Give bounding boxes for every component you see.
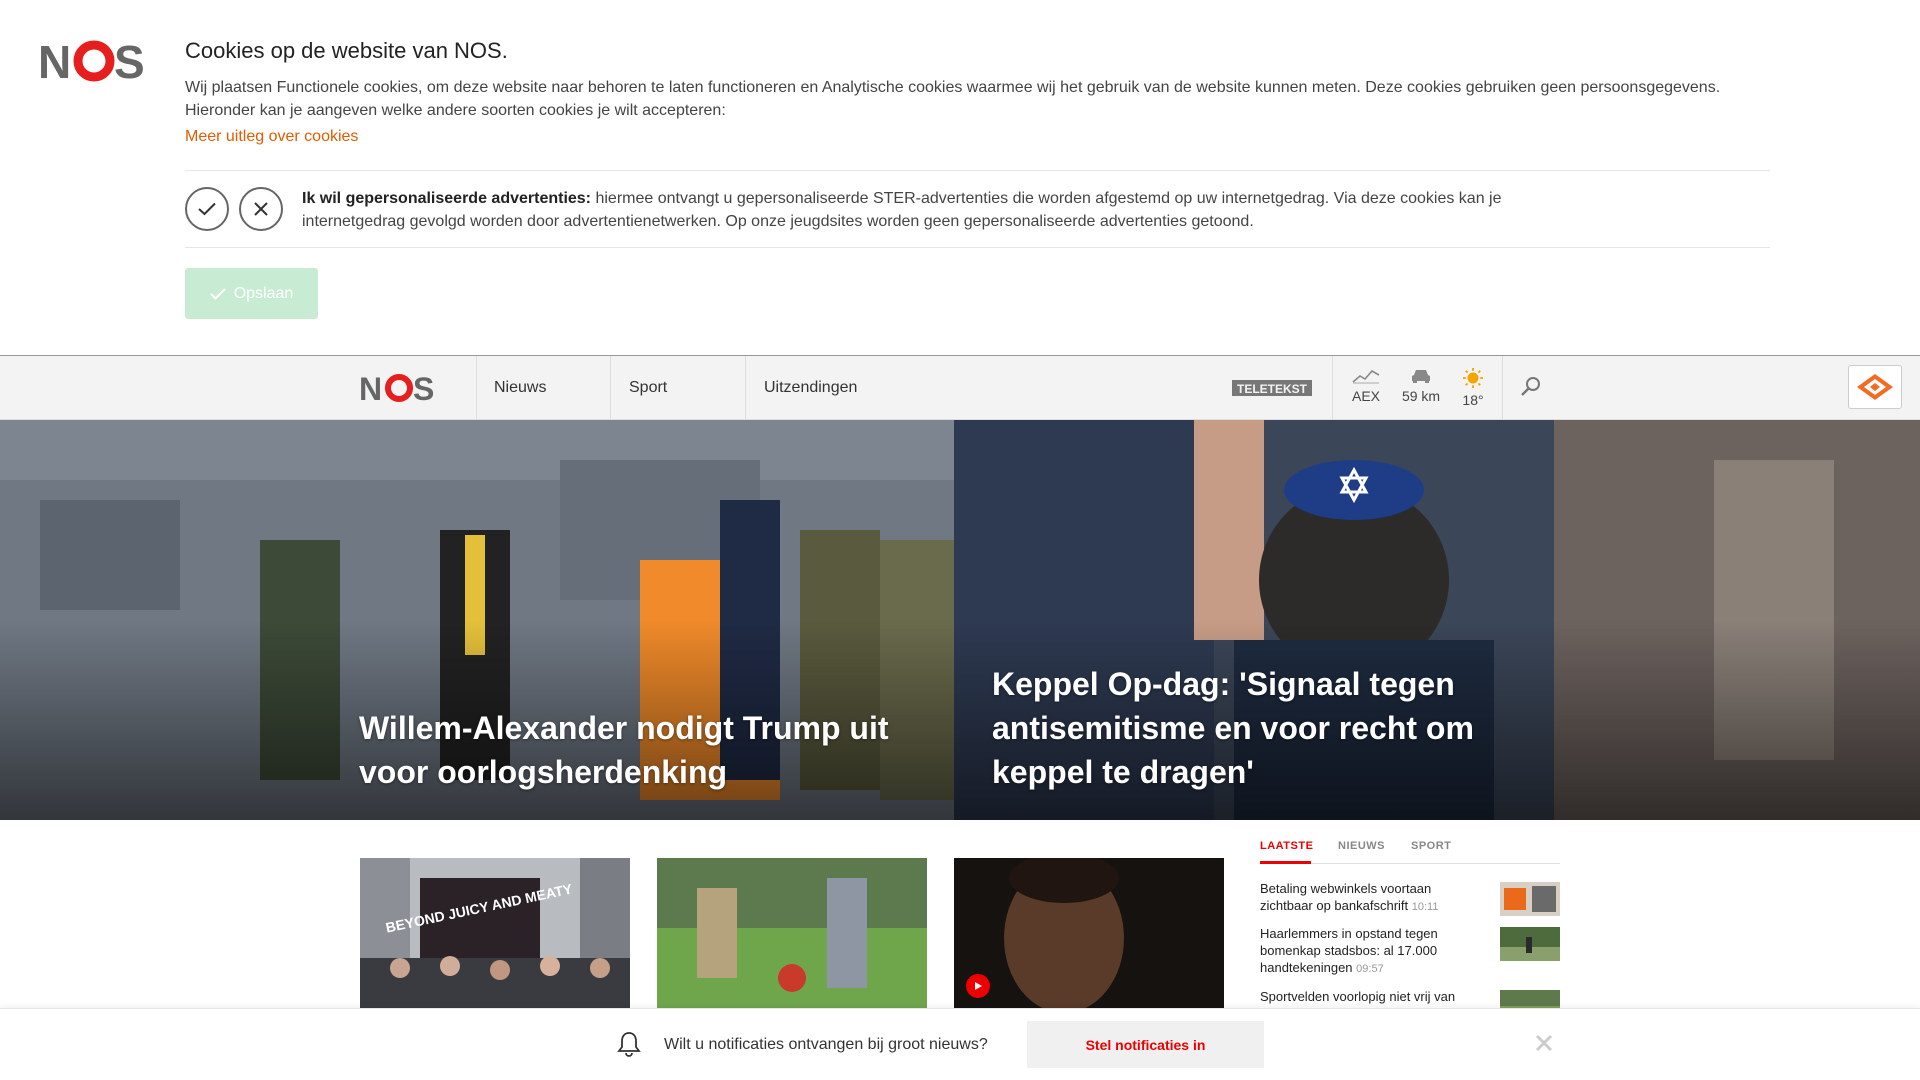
sun-icon	[1463, 368, 1483, 388]
divider	[185, 247, 1770, 248]
npo-start-icon	[1857, 374, 1893, 400]
notification-bar: Wilt u notificaties ontvangen bij groot …	[0, 1008, 1920, 1080]
news-item-time: 09:57	[1356, 963, 1384, 975]
widget-weather-label: 18°	[1462, 392, 1484, 408]
nav-item-nieuws[interactable]: Nieuws	[494, 356, 546, 420]
cookie-banner: N S Cookies op de website van NOS. Wij p…	[0, 0, 1920, 356]
car-icon	[1412, 370, 1430, 383]
nav-separator	[745, 356, 746, 420]
notification-question: Wilt u notificaties ontvangen bij groot …	[664, 1036, 988, 1053]
search-icon[interactable]	[1520, 376, 1542, 398]
nav-separator	[476, 356, 477, 420]
accept-ads-button[interactable]	[185, 187, 229, 231]
npo-start-button[interactable]	[1848, 365, 1902, 409]
nav-item-uitzendingen[interactable]: Uitzendingen	[764, 356, 857, 420]
widget-traffic-label: 59 km	[1401, 388, 1441, 404]
teletekst-label: TELETEKST	[1237, 382, 1308, 396]
play-icon[interactable]	[966, 974, 990, 998]
hero-article-left[interactable]: Willem-Alexander nodigt Trump uit voor o…	[0, 420, 954, 820]
check-icon	[209, 287, 226, 300]
news-item-image	[1500, 882, 1560, 916]
check-icon	[198, 202, 216, 216]
nav-separator	[1332, 356, 1333, 420]
save-label: Opslaan	[233, 284, 294, 302]
news-item-title: Haarlemmers in opstand tegen bomenkap st…	[1260, 926, 1438, 975]
svg-text:N: N	[38, 38, 71, 84]
close-icon[interactable]	[1534, 1033, 1554, 1053]
cookie-more-link[interactable]: Meer uitleg over cookies	[185, 128, 358, 146]
news-item-title: Betaling webwinkels voortaan zichtbaar o…	[1260, 881, 1432, 913]
widget-aex[interactable]: AEX	[1341, 368, 1391, 410]
main-nav: N S Nieuws Sport Uitzendingen TELETEKST …	[0, 356, 1920, 420]
news-item-image	[1500, 990, 1560, 1008]
article-thumb-3[interactable]	[954, 858, 1224, 1008]
news-item-image	[1500, 927, 1560, 961]
close-icon	[254, 202, 268, 216]
cookie-option-label: Ik wil gepersonaliseerde advertenties:	[302, 190, 592, 207]
latest-tabs: LAATSTE NIEUWS SPORT	[1260, 838, 1560, 864]
nav-separator	[1502, 356, 1503, 420]
cookie-description: Wij plaatsen Functionele cookies, om dez…	[185, 79, 1721, 119]
nos-logo: N S	[38, 38, 145, 84]
nav-separator	[610, 356, 611, 420]
thumb-image-3	[954, 858, 1224, 1008]
list-item[interactable]: Haarlemmers in opstand tegen bomenkap st…	[1260, 925, 1560, 981]
nav-item-sport[interactable]: Sport	[629, 356, 667, 420]
hero-title-left: Willem-Alexander nodigt Trump uit voor o…	[359, 710, 889, 790]
svg-text:S: S	[114, 38, 145, 84]
tab-laatste[interactable]: LAATSTE	[1260, 840, 1313, 852]
list-item[interactable]: Betaling webwinkels voortaan zichtbaar o…	[1260, 880, 1560, 920]
cookie-title: Cookies op de website van NOS.	[185, 38, 508, 63]
hero-article-right[interactable]: Keppel Op-dag: 'Signaal tegen antisemiti…	[954, 420, 1920, 820]
teletekst-logo[interactable]: TELETEKST	[1232, 380, 1312, 396]
tab-nieuws[interactable]: NIEUWS	[1338, 840, 1385, 852]
news-item-text: Betaling webwinkels voortaan zichtbaar o…	[1260, 880, 1480, 916]
decline-ads-button[interactable]	[239, 187, 283, 231]
tab-sport[interactable]: SPORT	[1411, 840, 1451, 852]
article-thumb-2[interactable]	[657, 858, 927, 1008]
news-item-time: 10:11	[1411, 901, 1439, 913]
cookie-option-ads: Ik wil gepersonaliseerde advertenties: h…	[185, 171, 1770, 247]
widget-weather[interactable]: 18°	[1448, 368, 1498, 410]
svg-text:N: N	[359, 372, 382, 404]
article-thumb-1[interactable]: BEYOND JUICY AND MEATY	[360, 858, 630, 1008]
hero-title-right: Keppel Op-dag: 'Signaal tegen antisemiti…	[992, 666, 1474, 790]
news-item-title: Sportvelden voorlopig niet vrij van	[1260, 989, 1456, 1004]
news-item-text: Haarlemmers in opstand tegen bomenkap st…	[1260, 925, 1480, 978]
list-item[interactable]: Sportvelden voorlopig niet vrij van	[1260, 988, 1560, 1008]
widget-aex-label: AEX	[1351, 388, 1380, 404]
save-button[interactable]: Opslaan	[185, 268, 318, 319]
bell-icon	[617, 1032, 641, 1057]
nos-logo[interactable]: N S	[359, 372, 441, 404]
thumb-image-1: BEYOND JUICY AND MEATY	[360, 858, 630, 1008]
stock-chart-icon	[1352, 369, 1380, 384]
cookie-content: Cookies op de website van NOS. Wij plaat…	[185, 38, 1770, 319]
cookie-option-text: Ik wil gepersonaliseerde advertenties: h…	[302, 187, 1542, 233]
enable-notifications-button[interactable]: Stel notificaties in	[1027, 1021, 1264, 1068]
svg-text:S: S	[413, 372, 434, 404]
news-item-text: Sportvelden voorlopig niet vrij van	[1260, 988, 1480, 1005]
tab-active-indicator	[1260, 861, 1311, 864]
thumb-image-2	[657, 858, 927, 1008]
widget-traffic[interactable]: 59 km	[1396, 368, 1446, 410]
